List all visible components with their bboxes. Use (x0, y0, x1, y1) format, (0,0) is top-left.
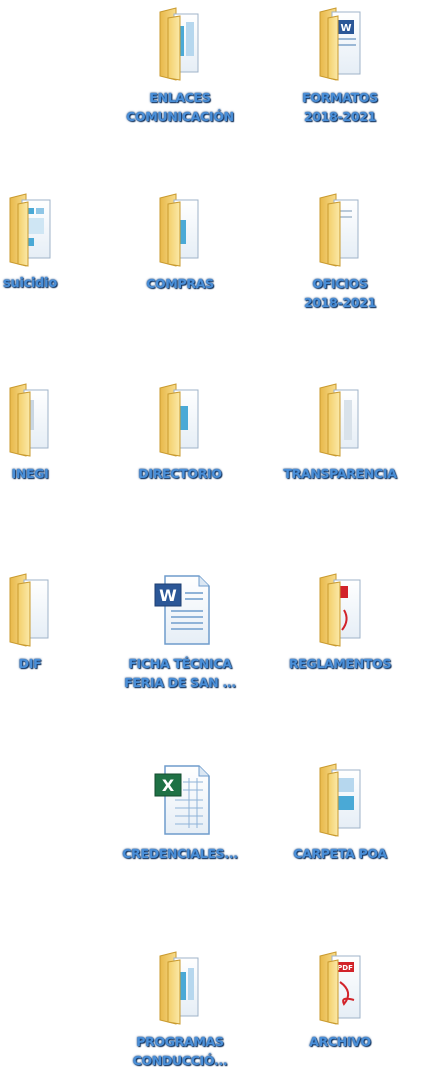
desktop-item-label: DIRECTORIO (138, 466, 222, 481)
desktop-item-label: FICHA TÉCNICA FERIA DE SAN ... (124, 656, 236, 690)
desktop-item-compras[interactable]: COMPRAS (110, 190, 250, 293)
folder-icon (159, 193, 199, 267)
folder-icon (319, 763, 361, 837)
desktop-item-suicidio[interactable]: suicidio (0, 190, 100, 293)
svg-text:X: X (162, 776, 175, 795)
svg-text:W: W (159, 586, 177, 605)
desktop-item-credenciales[interactable]: X CREDENCIALES... (110, 760, 250, 863)
desktop-item-label: CARPETA POA (293, 846, 387, 861)
folder-icon (159, 383, 199, 457)
desktop-item-programas[interactable]: PROGRAMAS CONDUCCIÓ... (110, 948, 250, 1070)
desktop-item-archivo[interactable]: PDF ARCHIVO (270, 948, 410, 1051)
desktop-item-dif[interactable]: DIF (0, 570, 100, 673)
desktop-item-label: FORMATOS 2018-2021 (302, 90, 378, 124)
desktop-item-label: TRANSPARENCIA (283, 466, 397, 481)
svg-text:W: W (340, 23, 351, 34)
folder-with-word-doc-icon: W (319, 7, 361, 81)
pdf-file-icon: PDF (319, 951, 361, 1025)
excel-spreadsheet-icon: X (154, 765, 210, 835)
folder-icon (159, 7, 199, 81)
word-document-icon: W (154, 575, 210, 645)
folder-icon (319, 383, 359, 457)
desktop-item-reglamentos[interactable]: REGLAMENTOS (270, 570, 410, 673)
folder-icon (319, 193, 359, 267)
desktop-item-label: COMPRAS (146, 276, 214, 291)
folder-icon (9, 573, 49, 647)
desktop-item-transparencia[interactable]: TRANSPARENCIA (270, 380, 410, 483)
desktop-item-label: REGLAMENTOS (288, 656, 392, 671)
desktop-item-formatos[interactable]: W FORMATOS 2018-2021 (270, 4, 410, 126)
svg-text:PDF: PDF (337, 964, 353, 972)
folder-with-pdf-icon (319, 573, 361, 647)
desktop-item-label: ARCHIVO (309, 1034, 371, 1049)
desktop-item-carpeta-poa[interactable]: CARPETA POA (270, 760, 410, 863)
desktop-item-oficios[interactable]: OFICIOS 2018-2021 (270, 190, 410, 312)
desktop-item-label: CREDENCIALES... (122, 846, 238, 861)
desktop-item-label: OFICIOS 2018-2021 (303, 276, 377, 310)
desktop-item-label: DIF (18, 656, 42, 671)
desktop-item-ficha-tecnica[interactable]: W FICHA TÉCNICA FERIA DE SAN ... (110, 570, 250, 692)
folder-icon (9, 193, 51, 267)
desktop-item-inegi[interactable]: INEGI (0, 380, 100, 483)
desktop-item-directorio[interactable]: DIRECTORIO (110, 380, 250, 483)
desktop-item-label: INEGI (11, 466, 49, 481)
desktop-item-label: suicidio (3, 276, 57, 291)
folder-icon (159, 951, 199, 1025)
desktop-item-label: PROGRAMAS CONDUCCIÓ... (132, 1034, 228, 1068)
folder-icon (9, 383, 49, 457)
desktop-item-label: ENLACES COMUNICACIÓN (126, 90, 234, 124)
desktop-item-enlaces-comunicacion[interactable]: ENLACES COMUNICACIÓN (110, 4, 250, 126)
